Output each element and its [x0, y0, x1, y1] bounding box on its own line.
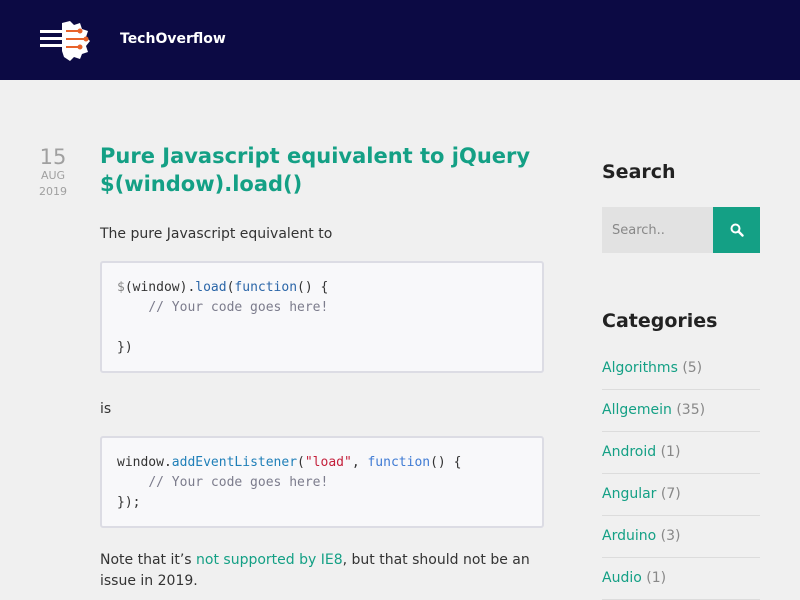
- ie8-support-link[interactable]: not supported by IE8: [196, 552, 343, 568]
- category-link[interactable]: Allgemein: [602, 402, 672, 418]
- post-intro: The pure Javascript equivalent to: [100, 226, 333, 242]
- category-link[interactable]: Arduino: [602, 528, 656, 544]
- post-date-year: 2019: [39, 185, 67, 198]
- post-date: 15 AUG 2019: [34, 146, 72, 200]
- post-title[interactable]: Pure Javascript equivalent to jQuery $(w…: [100, 142, 544, 198]
- category-link[interactable]: Angular: [602, 486, 656, 502]
- category-count: (1): [646, 570, 667, 586]
- post-connector: is: [100, 401, 112, 417]
- category-list: Algorithms (5) Allgemein (35) Android (1…: [602, 348, 760, 600]
- category-count: (35): [676, 402, 706, 418]
- category-link[interactable]: Audio: [602, 570, 642, 586]
- category-link[interactable]: Algorithms: [602, 360, 678, 376]
- site-title[interactable]: TechOverflow: [120, 31, 226, 47]
- category-item: Angular (7): [602, 474, 760, 516]
- category-count: (7): [660, 486, 681, 502]
- search-widget-title: Search: [602, 161, 676, 183]
- category-item: Android (1): [602, 432, 760, 474]
- category-item: Audio (1): [602, 558, 760, 600]
- logo-icon[interactable]: [40, 19, 100, 61]
- site-header: TechOverflow: [0, 0, 800, 80]
- post-date-day: 15: [39, 145, 67, 169]
- category-count: (1): [660, 444, 681, 460]
- note-text-before: Note that it’s: [100, 552, 197, 568]
- code-block-vanilla: window.addEventListener("load", function…: [100, 436, 544, 528]
- code-block-jquery: $(window).load(function() { // Your code…: [100, 261, 544, 373]
- category-item: Arduino (3): [602, 516, 760, 558]
- search-button[interactable]: [713, 207, 760, 253]
- category-item: Algorithms (5): [602, 348, 760, 390]
- category-count: (5): [682, 360, 703, 376]
- post-date-month: AUG: [40, 169, 66, 182]
- post-article: Pure Javascript equivalent to jQuery $(w…: [100, 142, 544, 592]
- category-count: (3): [660, 528, 681, 544]
- categories-widget-title: Categories: [602, 310, 718, 332]
- sidebar: Search Categories Algorithms (5) Allgeme…: [602, 160, 760, 600]
- category-link[interactable]: Android: [602, 444, 656, 460]
- search-icon: [730, 223, 744, 237]
- post-note: Note that it’s not supported by IE8, but…: [100, 550, 544, 592]
- search-form: [602, 207, 760, 253]
- category-item: Allgemein (35): [602, 390, 760, 432]
- search-input[interactable]: [602, 207, 713, 253]
